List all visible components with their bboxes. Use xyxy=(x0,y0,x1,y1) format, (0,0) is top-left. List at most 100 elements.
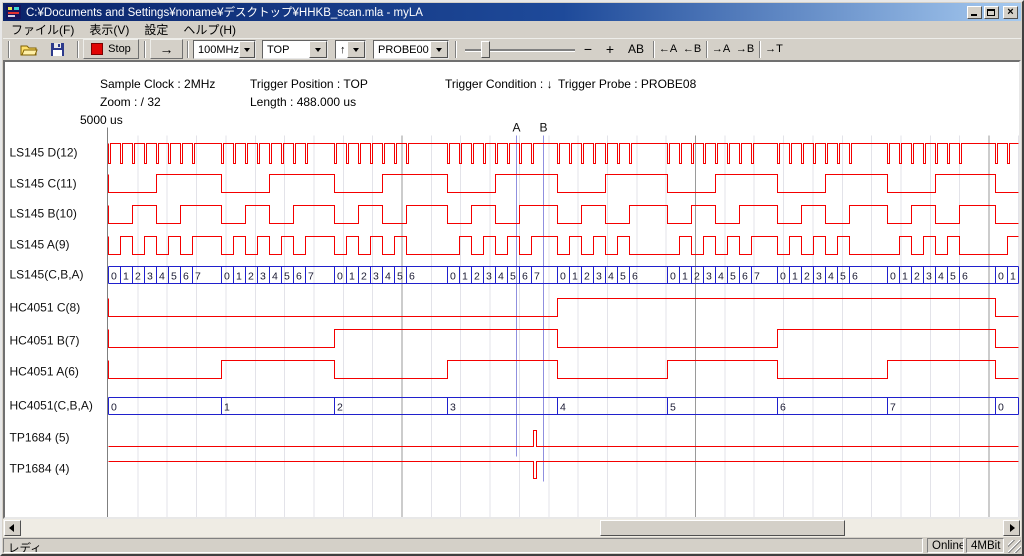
run-button[interactable]: → xyxy=(150,39,183,59)
trigger-position-combo[interactable]: TOP xyxy=(262,40,328,59)
scrollbar-thumb[interactable] xyxy=(600,520,845,536)
dropdown-arrow-icon[interactable] xyxy=(430,41,448,58)
bus-value: 5 xyxy=(730,271,736,283)
bus-value: 0 xyxy=(560,271,566,283)
bus-value: 6 xyxy=(522,271,528,283)
bus-value: 6 xyxy=(780,402,786,414)
bus-value: 4 xyxy=(498,271,504,283)
bus-value: 4 xyxy=(159,271,165,283)
sample-clock-value: 100MHz xyxy=(198,44,239,56)
horizontal-scrollbar[interactable] xyxy=(3,519,1021,537)
zoom-slider[interactable] xyxy=(465,41,575,58)
toolbar-separator xyxy=(759,41,761,58)
bus-value: 5 xyxy=(620,271,626,283)
toolbar-separator xyxy=(706,41,708,58)
channel-ls145-c-11: LS145 C(11) xyxy=(10,175,1019,193)
bus-value: 6 xyxy=(183,271,189,283)
goto-trigger-button[interactable]: →T xyxy=(763,39,785,59)
dropdown-arrow-icon[interactable] xyxy=(347,41,365,58)
menu-file[interactable]: ファイル(F) xyxy=(11,21,74,38)
save-button[interactable] xyxy=(45,39,71,59)
trigger-edge-value: ↑ xyxy=(340,44,346,56)
bus-value: 1 xyxy=(1010,271,1016,283)
dropdown-arrow-icon[interactable] xyxy=(239,41,255,58)
stop-label: Stop xyxy=(108,43,131,55)
bus-value: 6 xyxy=(632,271,638,283)
bus-value: 5 xyxy=(397,271,403,283)
bus-value: 5 xyxy=(171,271,177,283)
toolbar-separator xyxy=(187,41,189,58)
maximize-button[interactable] xyxy=(984,6,999,19)
bus-value: 6 xyxy=(409,271,415,283)
menu-help[interactable]: ヘルプ(H) xyxy=(183,21,236,38)
bus-value: 6 xyxy=(962,271,968,283)
menu-view[interactable]: 表示(V) xyxy=(89,21,129,38)
channel-label: HC4051 A(6) xyxy=(10,365,79,379)
status-message: レディ xyxy=(3,538,923,553)
scroll-right-button[interactable] xyxy=(1003,520,1020,536)
bus-value: 2 xyxy=(804,271,810,283)
toolbar-separator xyxy=(653,41,655,58)
minimize-button[interactable] xyxy=(967,6,982,19)
set-cursor-b-button[interactable]: →B xyxy=(734,39,756,59)
right-arrow-icon xyxy=(1010,524,1015,532)
goto-cursor-a-button[interactable]: ←A xyxy=(657,39,679,59)
run-arrow-icon: → xyxy=(160,41,174,57)
bus-value: 0 xyxy=(337,271,343,283)
bus-value: 2 xyxy=(361,271,367,283)
sample-clock-combo[interactable]: 100MHz xyxy=(193,40,256,59)
bus-value: 1 xyxy=(224,402,230,414)
bus-value: 2 xyxy=(584,271,590,283)
bus-value: 0 xyxy=(890,271,896,283)
bus-value: 3 xyxy=(486,271,492,283)
bus-value: 3 xyxy=(260,271,266,283)
cursor-ab-button[interactable]: AB xyxy=(623,39,649,59)
bus-value: 4 xyxy=(385,271,391,283)
trigger-probe-combo[interactable]: PROBE00 xyxy=(373,40,449,59)
menu-settings[interactable]: 設定 xyxy=(144,21,168,38)
goto-cursor-b-button[interactable]: ←B xyxy=(681,39,703,59)
bus-value: 2 xyxy=(694,271,700,283)
channel-label: HC4051 B(7) xyxy=(10,334,80,348)
bus-value: 6 xyxy=(296,271,302,283)
channel-hc4051-c-8: HC4051 C(8) xyxy=(10,299,1019,317)
bus-value: 0 xyxy=(998,271,1004,283)
channel-label: TP1684 (5) xyxy=(10,431,70,445)
zoom-out-button[interactable]: − xyxy=(579,39,597,59)
channel-ls145-a-9: LS145 A(9) xyxy=(10,237,1019,255)
bus-value: 0 xyxy=(111,402,117,414)
floppy-icon xyxy=(51,43,65,56)
set-cursor-a-button[interactable]: →A xyxy=(710,39,732,59)
window-title: C:¥Documents and Settings¥noname¥デスクトップ¥… xyxy=(26,4,965,20)
channel-ls145-b-10: LS145 B(10) xyxy=(10,206,1019,224)
resize-grip[interactable] xyxy=(1008,540,1021,553)
trigger-edge-combo[interactable]: ↑ xyxy=(335,40,366,59)
bus-value: 3 xyxy=(816,271,822,283)
bus-value: 1 xyxy=(462,271,468,283)
bus-value: 2 xyxy=(474,271,480,283)
bus-value: 3 xyxy=(373,271,379,283)
stop-button[interactable]: Stop xyxy=(83,39,139,59)
time-grid xyxy=(108,128,1019,518)
waveform-canvas[interactable]: ABLS145 D(12)LS145 C(11)LS145 B(10)LS145… xyxy=(5,62,1019,517)
bus-value: 0 xyxy=(111,271,117,283)
bus-value: 0 xyxy=(224,271,230,283)
open-button[interactable] xyxy=(15,39,43,59)
bus-value: 0 xyxy=(998,402,1004,414)
bus-value: 1 xyxy=(572,271,578,283)
stop-icon xyxy=(91,43,103,55)
dropdown-arrow-icon[interactable] xyxy=(309,41,327,58)
scroll-left-button[interactable] xyxy=(4,520,21,536)
close-button[interactable]: × xyxy=(1003,6,1018,19)
bus-value: 1 xyxy=(123,271,129,283)
slider-thumb[interactable] xyxy=(481,41,490,58)
toolbar-gripper xyxy=(8,41,10,58)
bus-value: 6 xyxy=(742,271,748,283)
zoom-in-button[interactable]: + xyxy=(601,39,619,59)
bus-value: 2 xyxy=(248,271,254,283)
toolbar: Stop → 100MHz TOP ↑ PROBE00 − + AB xyxy=(3,38,1021,61)
maximize-icon xyxy=(987,9,995,16)
minimize-icon xyxy=(971,14,977,16)
titlebar[interactable]: C:¥Documents and Settings¥noname¥デスクトップ¥… xyxy=(3,3,1021,21)
toolbar-separator xyxy=(144,41,146,58)
